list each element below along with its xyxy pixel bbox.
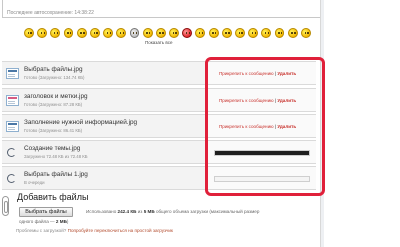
image-thumbnail-icon [6,68,19,79]
smiley-icon[interactable] [116,28,127,38]
image-thumbnail-icon [6,95,19,106]
choose-files-button[interactable]: Выбрать файлы [19,207,73,217]
smiley-icon[interactable] [195,28,206,38]
smiley-icon[interactable] [300,28,311,38]
smiley-icon[interactable] [129,28,140,38]
smiley-icon[interactable] [235,28,245,38]
smiley-icon[interactable] [24,28,34,38]
file-name: Выбрать файлы.jpg [24,66,83,73]
file-status: Готово (Загружено: 86.41 КБ) [24,128,83,133]
file-name: Выбрать файлы 1.jpg [24,171,88,178]
paperclip-icon [2,196,9,216]
smiley-icon[interactable] [248,28,259,38]
problems-label: Проблемы с загрузкой? [16,228,67,233]
add-files-title: Добавить файлы [17,192,89,202]
smiley-icon[interactable] [182,28,193,38]
smiley-icon[interactable] [274,28,285,38]
smiley-icon[interactable] [37,28,48,38]
smiley-icon[interactable] [142,28,153,38]
upload-problems: Проблемы с загрузкой? Попробуйте переклю… [16,228,173,233]
file-status: Готово (Загружено: 134.74 КБ) [24,75,85,80]
smiley-icon[interactable] [50,28,61,38]
file-row: Выбрать файлы 1.jpg В очереди [2,166,206,190]
file-row: Выбрать файлы.jpg Готово (Загружено: 134… [2,61,206,85]
max-file-size-text: одного файла — 2 МБ) [19,219,69,224]
smiley-icon[interactable] [103,28,114,38]
upload-usage-text: Использовано 242.4 КБ из 5 МБ общего объ… [86,209,260,214]
simple-uploader-link[interactable]: Попробуйте переключиться на простой загр… [68,228,173,233]
smiley-icon[interactable] [155,28,166,38]
file-status: В очереди [24,180,45,185]
file-row: Заполнение нужной информацией.jpg Готово… [2,114,206,138]
file-name: Создание темы.jpg [24,145,81,152]
smiley-icon[interactable] [221,28,232,38]
smiley-icon[interactable] [63,28,74,38]
smiley-icon[interactable] [89,28,100,38]
autosave-status: Последнее автосохранение: 14:38:22 [7,10,94,16]
file-status: Готово (Загружено: 87.28 КБ) [24,102,83,107]
file-row: заголовок и метки.jpg Готово (Загружено:… [2,88,206,112]
smiley-icon[interactable] [208,28,219,38]
smiley-icon[interactable] [287,28,298,38]
smiley-icon[interactable] [261,28,272,38]
smiley-toolbar [24,26,314,40]
file-status: Загружено 72.48 КБ из 72.48 КБ [24,154,88,159]
highlight-annotation-box [205,57,325,196]
show-all-smileys-link[interactable]: Показать все [145,40,172,45]
loading-spinner-icon [7,174,16,183]
file-row: Создание темы.jpg Загружено 72.48 КБ из … [2,140,206,164]
file-name: заголовок и метки.jpg [24,93,88,100]
smiley-icon[interactable] [76,28,87,38]
image-thumbnail-icon [6,121,19,132]
loading-spinner-icon [7,148,16,157]
message-editor-area[interactable]: Последнее автосохранение: 14:38:22 [2,0,322,18]
file-name: Заполнение нужной информацией.jpg [24,119,138,126]
smiley-icon[interactable] [169,28,179,38]
